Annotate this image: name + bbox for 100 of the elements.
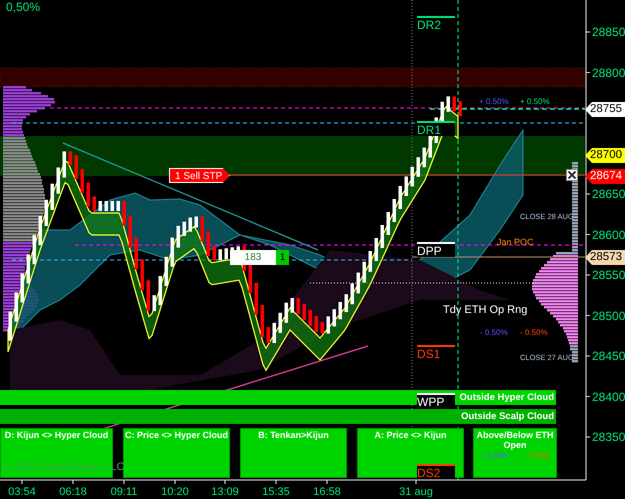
candlestick [344,294,348,312]
candlestick [50,184,54,210]
price-tick-label: 28450 [592,350,625,362]
candlestick [392,199,396,222]
candlestick [446,96,450,112]
candlestick [452,96,456,112]
price-tick-label: 28550 [592,269,625,281]
time-label: 09:11 [110,487,138,498]
candlestick [8,312,12,341]
candlestick [308,310,312,326]
price-marker: 28755 [585,102,625,117]
candlestick [398,186,402,209]
time-label: 06:18 [59,487,87,498]
candlestick [152,295,156,312]
price-tick-label: 28400 [592,390,625,402]
signal-title: D: Kijun <> Hyper Cloud [4,431,110,441]
candlestick [284,302,288,323]
signal-title: Above/Below ETH Open [475,431,554,451]
candlestick [80,168,84,193]
time-label: 31 aug [399,487,433,498]
candlestick [326,316,330,334]
time-label: 13:09 [211,487,239,498]
candlestick [74,155,78,179]
candlestick [404,176,408,196]
candlestick [146,280,150,312]
candlestick [350,283,354,304]
signal-title: C: Price <> Hyper Cloud [124,431,229,441]
candlestick [332,309,336,326]
candlestick [38,216,42,246]
status-bar: Outside Scalp Cloud [0,409,556,424]
price-marker: 28573 [585,250,625,265]
candlestick [20,273,24,302]
candlestick [68,151,72,166]
chart-annotation: + 0.50% [479,98,509,106]
candlestick [212,246,216,260]
close-icon[interactable] [566,169,578,181]
candlestick [206,231,210,256]
candlestick [140,260,144,290]
candlestick [266,327,270,343]
candlestick [224,248,228,260]
time-label: 16:58 [313,487,341,498]
candlestick [314,316,318,332]
candlestick [188,218,192,232]
candlestick [356,272,360,294]
candlestick [32,235,36,264]
pivot-label: DS1 [417,345,455,360]
order-tag[interactable]: 1 Sell STP [169,168,230,183]
candlestick [410,166,414,186]
candlestick [26,254,30,284]
price-tick-label: 28650 [592,188,625,200]
candlestick [290,298,294,313]
candlestick [218,249,222,260]
candlestick [182,222,186,236]
chart-annotation: Tdy ETH Op Rng [443,305,528,316]
pivot-label: DPP [417,242,455,257]
price-tick-label: 28350 [592,431,625,443]
candlestick [416,157,420,177]
candlestick [302,304,306,320]
price-marker: 28674 [585,169,625,184]
candlestick [296,298,300,314]
candlestick [368,251,372,272]
candlestick [14,292,18,322]
candlestick [272,322,276,343]
time-label: 10:20 [161,487,189,498]
candlestick [170,238,174,267]
time-label: 15:35 [262,487,290,498]
price-marker: 28700 [585,148,625,163]
time-label: 03:54 [8,487,36,498]
signal-title: A: Price <> Kijun [373,431,448,441]
percentage-label: 0,50% [6,1,40,13]
candlestick [386,212,390,235]
price-tick-label: 28850 [592,26,625,38]
candlestick [338,302,342,320]
candlestick [176,226,180,248]
price-tick-label: 28600 [592,228,625,240]
candlestick [260,304,264,337]
candlestick [194,216,198,228]
candlestick [86,182,90,206]
candlestick [458,101,462,116]
candlestick [44,200,48,226]
pivot-label: DS2 [417,464,455,479]
candlestick [92,196,96,211]
candlestick [320,322,324,334]
pivot-label: DR2 [417,16,455,31]
candlestick [362,262,366,283]
candlestick [158,276,162,306]
price-tick-label: 28500 [592,310,625,322]
chart-annotation: + 0.50% [520,98,550,106]
candlestick [254,282,258,315]
candlestick [122,201,126,226]
position-quantity: 1 [276,250,289,265]
candlestick [380,225,384,248]
pivot-label: DR1 [417,121,455,136]
price-tick-label: 28800 [592,66,625,78]
position-value: 183 [230,250,276,265]
candlestick [164,256,168,286]
candlestick [374,238,378,261]
signal-title: B: Tenkan>Kijun [257,431,330,441]
chart-annotation: - 0.50% [520,329,548,337]
candlestick [422,148,426,168]
